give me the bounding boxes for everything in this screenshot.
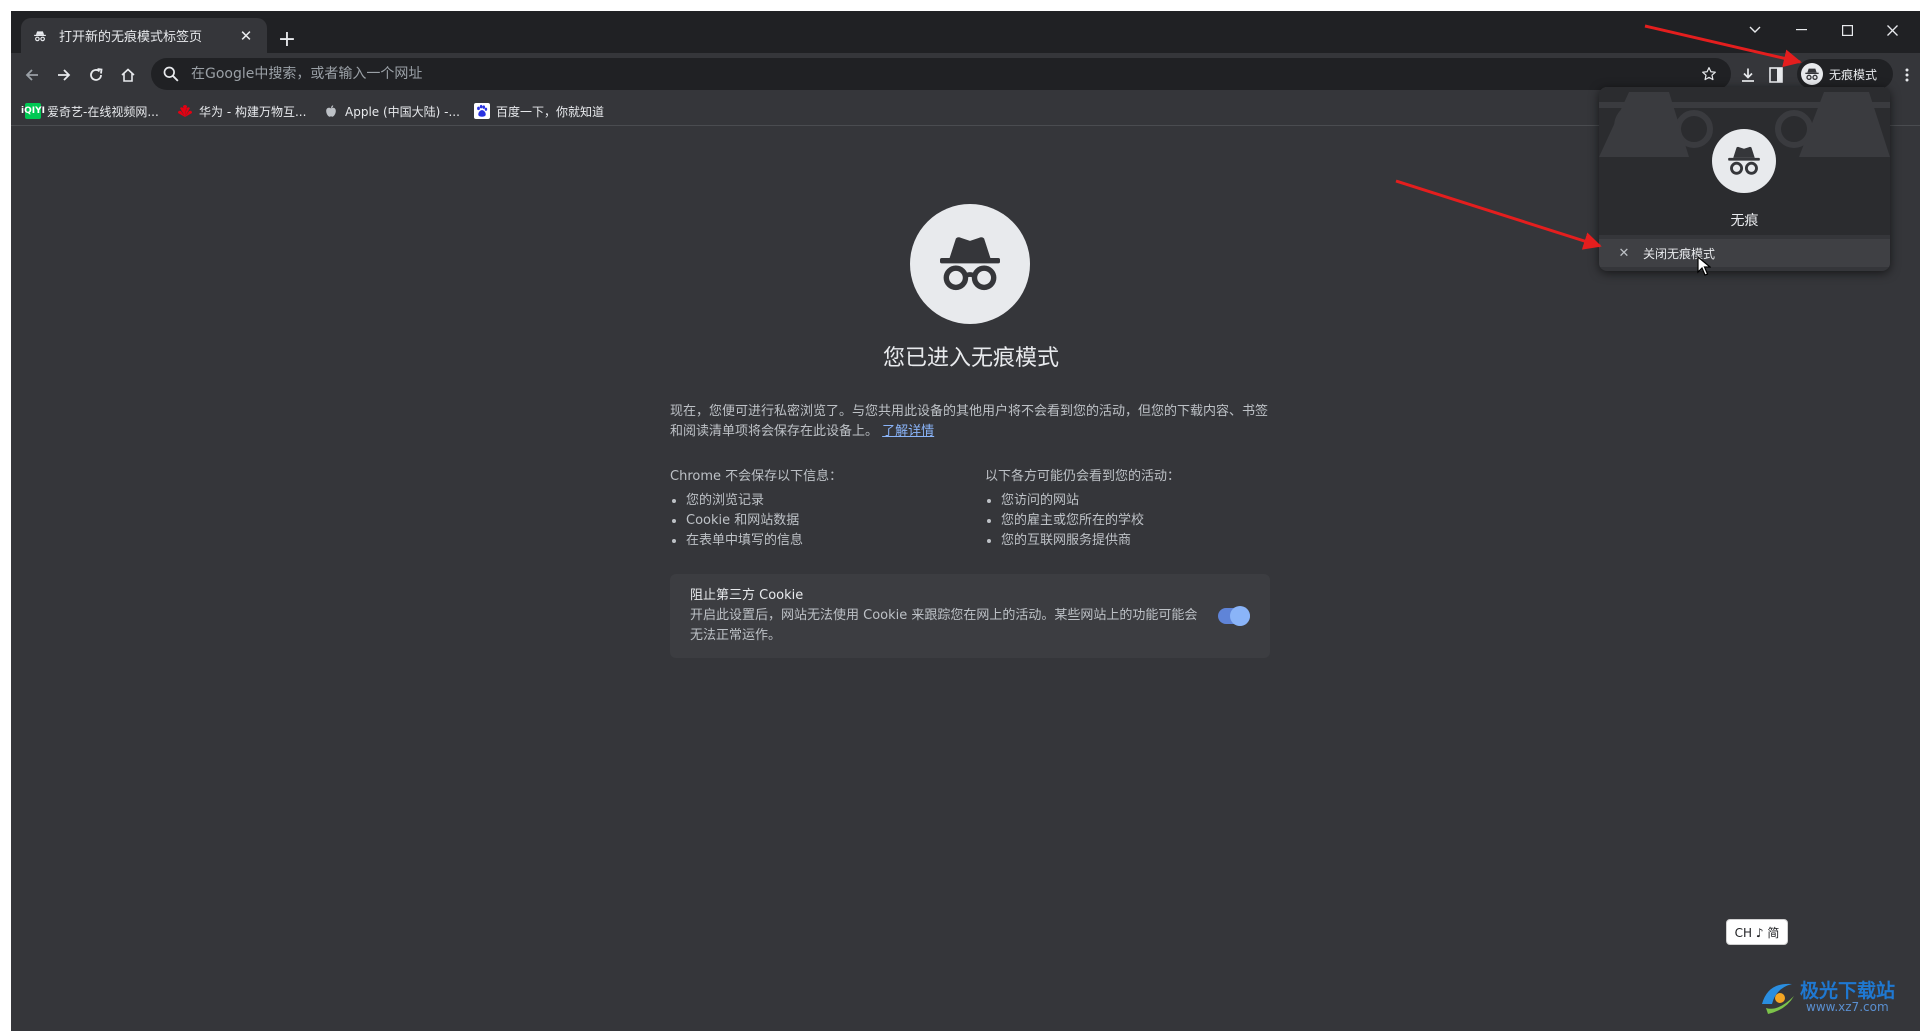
- intro-text: 现在，您便可进行私密浏览了。与您共用此设备的其他用户将不会看到您的活动，但您的下…: [670, 404, 1269, 439]
- title-bar: 打开新的无痕模式标签页 ✕ +: [11, 11, 1920, 53]
- star-icon[interactable]: [1699, 64, 1719, 84]
- search-icon: [163, 66, 179, 82]
- ime-indicator[interactable]: CH ♪ 简: [1726, 919, 1788, 945]
- close-icon: ✕: [1618, 245, 1630, 261]
- download-icon[interactable]: [1735, 62, 1761, 88]
- bookmark-baidu[interactable]: 百度一下，你就知道: [474, 101, 604, 121]
- arrow-right-icon[interactable]: [49, 60, 79, 90]
- list-item: 您访问的网站: [1001, 491, 1285, 511]
- apple-icon: [323, 103, 339, 119]
- incognito-icon: [33, 28, 49, 44]
- page-title: 您已进入无痕模式: [882, 346, 1059, 371]
- third-party-cookie-card: 阻止第三方 Cookie 开启此设置后，网站无法使用 Cookie 来跟踪您在网…: [670, 574, 1270, 658]
- not-saved-title: Chrome 不会保存以下信息：: [670, 469, 843, 484]
- list-item: 您的浏览记录: [686, 491, 970, 511]
- tab-title: 打开新的无痕模式标签页: [59, 30, 203, 45]
- list-item: 您的互联网服务提供商: [1001, 531, 1285, 551]
- still-visible-section: 以下各方可能仍会看到您的活动： 您访问的网站 您的雇主或您所在的学校 您的互联网…: [985, 467, 1285, 551]
- side-panel-icon[interactable]: [1763, 62, 1789, 88]
- list-item: 您的雇主或您所在的学校: [1001, 511, 1285, 531]
- arrow-left-icon[interactable]: [17, 60, 47, 90]
- watermark-url: www.xz7.com: [1806, 1000, 1889, 1014]
- mouse-cursor-icon: [1697, 256, 1711, 276]
- watermark: 极光下载站 www.xz7.com: [1756, 970, 1916, 1020]
- cookie-card-description: 开启此设置后，网站无法使用 Cookie 来跟踪您在网上的活动。某些网站上的功能…: [690, 608, 1198, 643]
- huawei-icon: [177, 103, 193, 119]
- bookmark-huawei[interactable]: 华为 - 构建万物互...: [177, 101, 306, 121]
- intro-paragraph: 现在，您便可进行私密浏览了。与您共用此设备的其他用户将不会看到您的活动，但您的下…: [670, 402, 1270, 442]
- cookie-card-title: 阻止第三方 Cookie: [690, 588, 804, 603]
- browser-window: 打开新的无痕模式标签页 ✕ + 在Google中搜索，或者输入一个网址 无痕模式…: [11, 11, 1920, 1031]
- bookmark-label: 华为 - 构建万物互...: [199, 104, 307, 119]
- incognito-chip-label: 无痕模式: [1829, 67, 1878, 82]
- bookmark-label: 爱奇艺-在线视频网...: [47, 104, 159, 119]
- still-visible-list: 您访问的网站 您的雇主或您所在的学校 您的互联网服务提供商: [985, 491, 1285, 551]
- tab-incognito-new-tab[interactable]: 打开新的无痕模式标签页 ✕: [21, 18, 267, 53]
- close-icon[interactable]: ✕: [237, 27, 255, 45]
- maximize-icon[interactable]: [1826, 17, 1868, 43]
- block-cookies-toggle[interactable]: [1218, 606, 1250, 626]
- watermark-title: 极光下载站: [1800, 980, 1896, 1002]
- learn-more-link[interactable]: 了解详情: [882, 424, 934, 439]
- home-icon[interactable]: [113, 60, 143, 90]
- popup-banner: 无痕: [1599, 87, 1890, 235]
- bookmark-apple[interactable]: Apple (中国大陆) -...: [323, 101, 460, 121]
- list-item: 在表单中填写的信息: [686, 531, 970, 551]
- toggle-knob: [1230, 606, 1250, 626]
- bookmark-label: Apple (中国大陆) -...: [345, 104, 460, 119]
- list-item: Cookie 和网站数据: [686, 511, 970, 531]
- incognito-icon: [1712, 129, 1776, 193]
- profile-name: 无痕: [1730, 213, 1759, 229]
- bookmark-label: 百度一下，你就知道: [496, 104, 605, 119]
- bookmark-iqiyi[interactable]: iQIYI 爱奇艺-在线视频网...: [21, 101, 159, 121]
- iqiyi-icon: iQIYI: [21, 103, 45, 119]
- baidu-icon: [474, 103, 490, 119]
- more-vert-icon[interactable]: [1897, 62, 1917, 88]
- close-incognito-button[interactable]: ✕ 关闭无痕模式: [1599, 239, 1890, 267]
- close-window-icon[interactable]: [1871, 17, 1913, 43]
- incognito-icon: [910, 204, 1030, 324]
- not-saved-section: Chrome 不会保存以下信息： 您的浏览记录 Cookie 和网站数据 在表单…: [670, 467, 970, 551]
- omnibox[interactable]: [151, 58, 1731, 90]
- new-tab-button[interactable]: +: [273, 25, 301, 53]
- omnibox-input[interactable]: [189, 65, 1699, 83]
- still-visible-title: 以下各方可能仍会看到您的活动：: [985, 469, 1181, 484]
- incognito-icon: [1801, 63, 1823, 85]
- chevron-down-icon[interactable]: [1734, 17, 1776, 43]
- not-saved-list: 您的浏览记录 Cookie 和网站数据 在表单中填写的信息: [670, 491, 970, 551]
- reload-icon[interactable]: [81, 60, 111, 90]
- incognito-profile-popup: 无痕 ✕ 关闭无痕模式: [1599, 87, 1890, 271]
- minimize-icon[interactable]: [1780, 17, 1822, 43]
- incognito-profile-button[interactable]: 无痕模式: [1797, 59, 1893, 89]
- watermark-logo-icon: [1762, 983, 1794, 1014]
